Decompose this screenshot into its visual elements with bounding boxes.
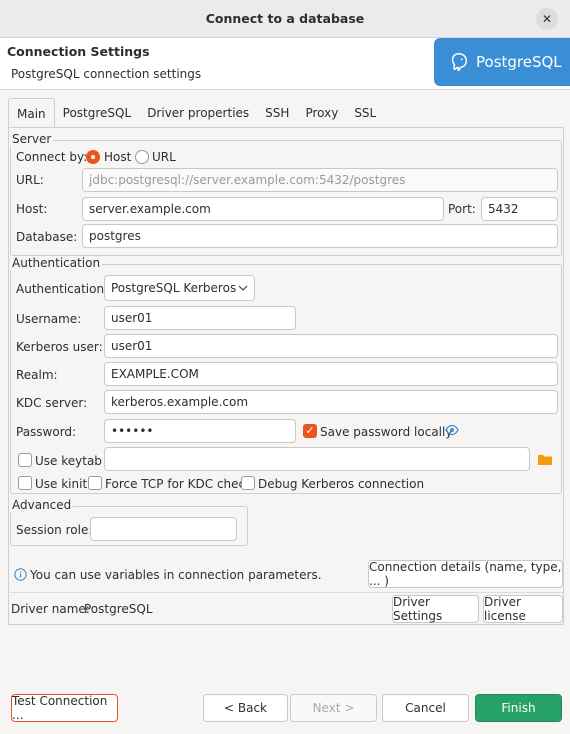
driver-separator — [8, 592, 564, 593]
elephant-icon — [451, 53, 468, 72]
connection-details-button[interactable]: Connection details (name, type, ... ) — [368, 560, 563, 588]
authentication-select-value: PostgreSQL Kerberos — [111, 281, 237, 295]
force-tcp-label[interactable]: Force TCP for KDC check — [105, 477, 252, 491]
port-label: Port: — [448, 202, 476, 216]
info-icon — [14, 568, 27, 581]
save-password-checkbox[interactable]: ✓ — [303, 424, 317, 438]
keytab-path-input[interactable] — [104, 447, 530, 471]
host-radio[interactable] — [86, 150, 100, 164]
kerberos-user-input[interactable]: user01 — [104, 334, 558, 358]
connect-by-label: Connect by: — [16, 150, 88, 164]
authentication-label: Authentication: — [16, 282, 109, 296]
eye-icon[interactable] — [445, 424, 459, 436]
use-keytab-checkbox[interactable] — [18, 453, 32, 467]
tab-postgresql[interactable]: PostgreSQL — [55, 98, 140, 128]
realm-input[interactable]: EXAMPLE.COM — [104, 362, 558, 386]
cancel-button[interactable]: Cancel — [382, 694, 469, 722]
url-radio-label[interactable]: URL — [152, 150, 176, 164]
use-kinit-checkbox[interactable] — [18, 476, 32, 490]
host-radio-label[interactable]: Host — [104, 150, 131, 164]
database-label: Database: — [16, 230, 78, 244]
url-radio[interactable] — [135, 150, 149, 164]
url-input[interactable]: jdbc:postgresql://server.example.com:543… — [82, 168, 558, 192]
kerberos-user-label: Kerberos user: — [16, 340, 103, 354]
database-input[interactable]: postgres — [82, 224, 558, 248]
page-title: Connection Settings — [7, 44, 150, 59]
password-label: Password: — [16, 425, 77, 439]
chevron-down-icon — [238, 285, 248, 291]
postgresql-logo: PostgreSQL — [434, 38, 570, 86]
host-label: Host: — [16, 202, 48, 216]
test-connection-button[interactable]: Test Connection ... — [11, 694, 118, 722]
force-tcp-checkbox[interactable] — [88, 476, 102, 490]
window-title: Connect to a database — [205, 11, 365, 26]
settings-tabs: Main PostgreSQL Driver properties SSH Pr… — [8, 98, 564, 128]
driver-settings-button[interactable]: Driver Settings — [392, 595, 479, 623]
close-icon: ✕ — [541, 12, 553, 26]
use-kinit-label[interactable]: Use kinit — [35, 477, 87, 491]
kdc-server-label: KDC server: — [16, 396, 88, 410]
tab-ssh[interactable]: SSH — [257, 98, 297, 128]
host-input[interactable]: server.example.com — [82, 197, 444, 221]
variables-info-text: You can use variables in connection para… — [30, 568, 322, 582]
logo-text: PostgreSQL — [476, 53, 562, 71]
save-password-label[interactable]: Save password locally — [320, 425, 452, 439]
authentication-group-label: Authentication — [10, 256, 103, 270]
driver-name-label: Driver name: — [11, 602, 90, 616]
tab-ssl[interactable]: SSL — [346, 98, 384, 128]
folder-icon[interactable] — [538, 453, 552, 465]
tab-driver-properties[interactable]: Driver properties — [139, 98, 257, 128]
session-role-label: Session role: — [16, 523, 93, 537]
debug-kerberos-label[interactable]: Debug Kerberos connection — [258, 477, 424, 491]
authentication-select[interactable]: PostgreSQL Kerberos — [104, 275, 255, 301]
debug-kerberos-checkbox[interactable] — [241, 476, 255, 490]
tab-proxy[interactable]: Proxy — [297, 98, 346, 128]
page-subtitle: PostgreSQL connection settings — [11, 67, 202, 81]
advanced-group-label: Advanced — [10, 498, 74, 512]
next-button[interactable]: Next > — [290, 694, 377, 722]
finish-button[interactable]: Finish — [475, 694, 562, 722]
password-input[interactable]: •••••• — [104, 419, 296, 443]
username-input[interactable]: user01 — [104, 306, 296, 330]
server-group-label: Server — [10, 132, 54, 146]
driver-name-value: PostgreSQL — [84, 602, 153, 616]
title-bar: Connect to a database ✕ — [0, 0, 570, 38]
use-keytab-label[interactable]: Use keytab — [35, 454, 102, 468]
url-label: URL: — [16, 173, 44, 187]
close-button[interactable]: ✕ — [536, 8, 558, 30]
tab-main[interactable]: Main — [8, 98, 55, 128]
realm-label: Realm: — [16, 368, 58, 382]
session-role-input[interactable] — [90, 517, 237, 541]
kdc-server-input[interactable]: kerberos.example.com — [104, 390, 558, 414]
back-button[interactable]: < Back — [203, 694, 288, 722]
port-input[interactable]: 5432 — [481, 197, 558, 221]
username-label: Username: — [16, 312, 82, 326]
driver-license-button[interactable]: Driver license — [483, 595, 563, 623]
